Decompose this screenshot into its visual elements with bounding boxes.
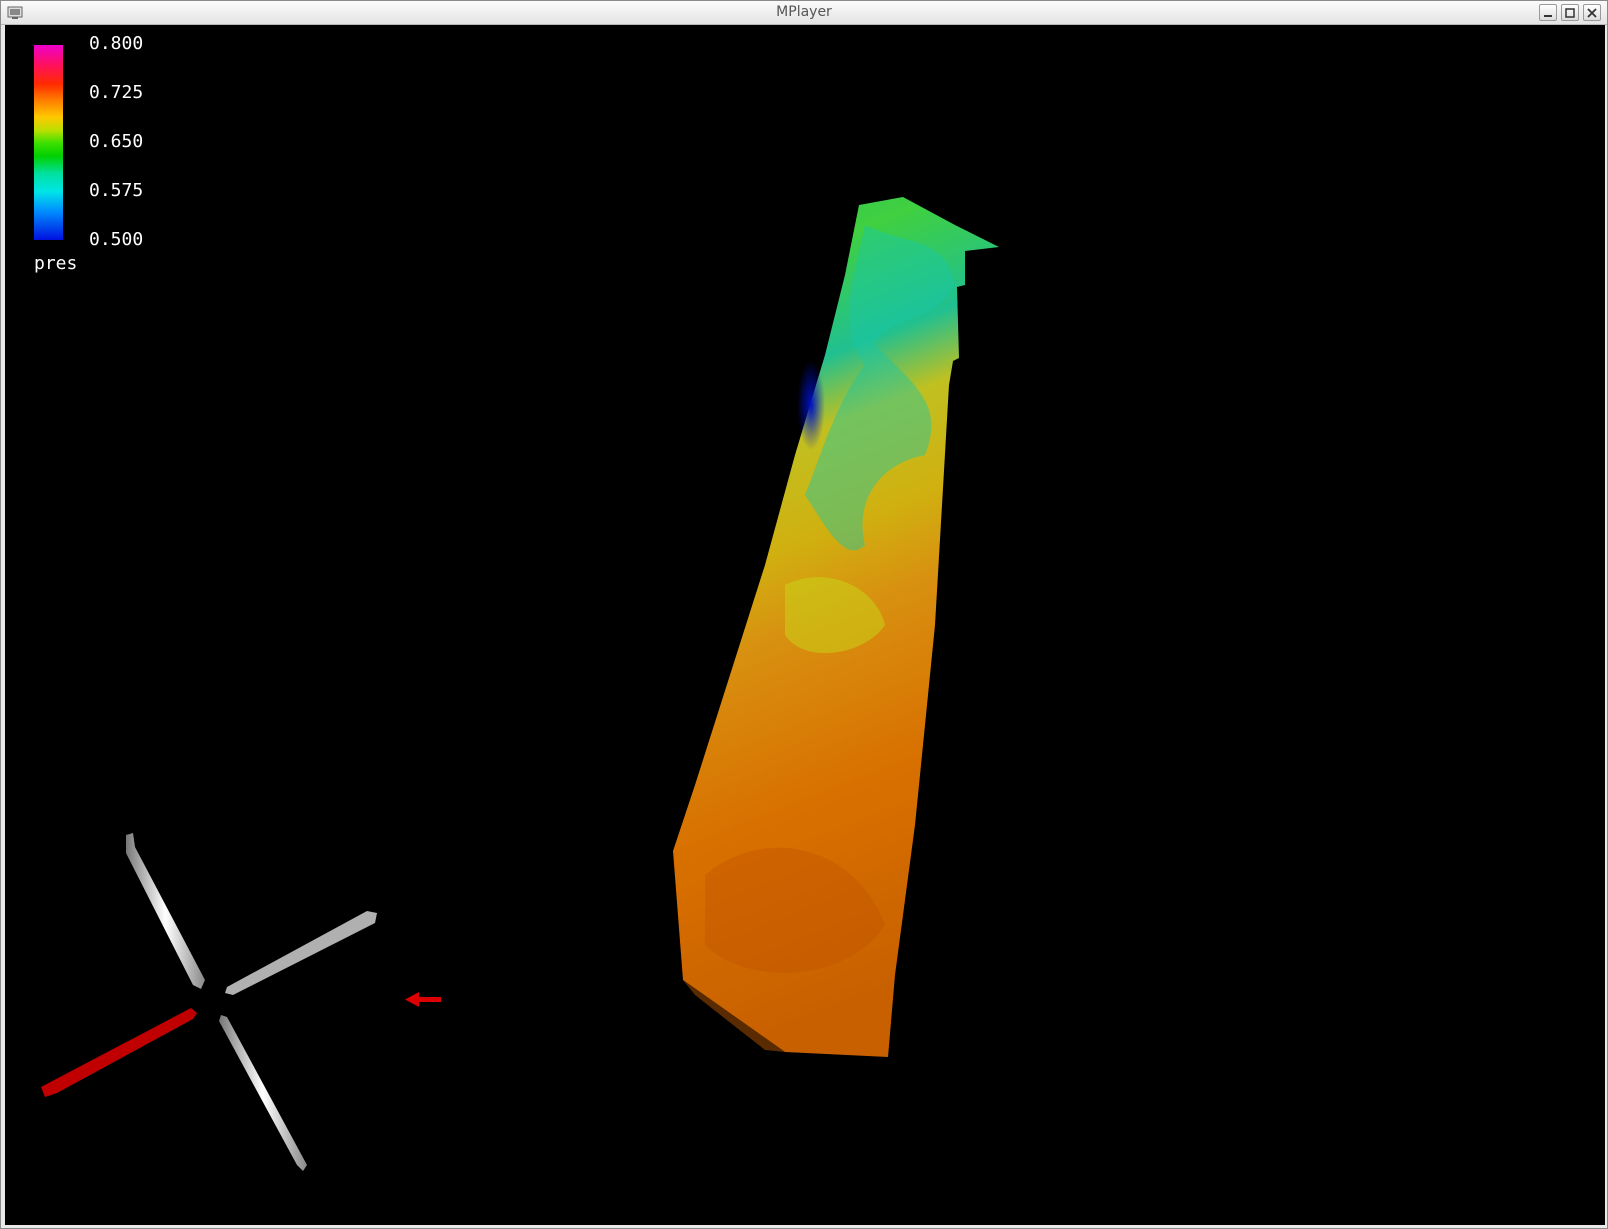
window-title: MPlayer (776, 4, 832, 20)
maximize-button[interactable] (1561, 4, 1579, 21)
minimize-button[interactable] (1539, 4, 1557, 21)
legend-tick-min: 0.500 (89, 229, 144, 250)
close-icon (1587, 8, 1597, 18)
legend-variable-label: pres (34, 253, 78, 274)
close-button[interactable] (1583, 4, 1601, 21)
mplayer-window: MPlayer 0.800 0.725 0.650 0.575 0.500 pr… (0, 0, 1608, 1229)
legend-tick: 0.575 (89, 180, 144, 201)
legend-tick-max: 0.800 (89, 33, 144, 54)
legend-tick: 0.725 (89, 82, 144, 103)
render-viewport[interactable]: 0.800 0.725 0.650 0.575 0.500 pres (5, 25, 1605, 1225)
3d-scene[interactable] (5, 25, 1605, 1225)
x-axis-blade (41, 1008, 197, 1097)
legend-tick: 0.650 (89, 131, 144, 152)
minimize-icon (1544, 15, 1552, 17)
z-axis-blade (225, 911, 377, 995)
wing-surface (673, 197, 999, 1057)
maximize-icon (1565, 8, 1575, 18)
neg-axis-blade (219, 1015, 307, 1171)
legend-color-bar (34, 45, 63, 240)
axis-triad (41, 833, 377, 1171)
y-axis-blade (126, 833, 205, 989)
flow-direction-arrow (405, 992, 441, 1007)
title-bar[interactable]: MPlayer (1, 1, 1607, 25)
